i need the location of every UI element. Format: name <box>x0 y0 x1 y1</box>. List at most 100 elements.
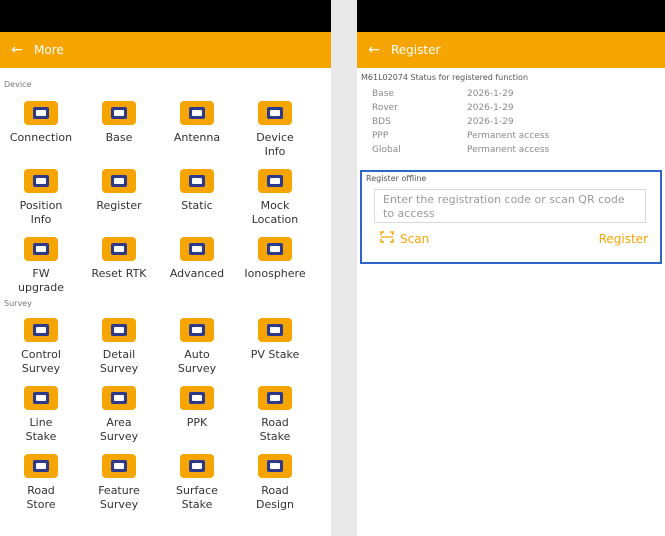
menu-tile-label: Auto Survey <box>177 348 217 375</box>
menu-tile[interactable]: Base <box>80 97 158 165</box>
register-icon <box>102 169 136 193</box>
menu-tile[interactable]: Road Store <box>2 450 80 518</box>
menu-tile[interactable]: Connection <box>2 97 80 165</box>
menu-tile[interactable]: Device Info <box>236 97 314 165</box>
menu-tile[interactable]: Feature Survey <box>80 450 158 518</box>
mock-location-icon <box>258 169 292 193</box>
auto-survey-icon <box>180 318 214 342</box>
status-key: Base <box>372 89 394 99</box>
more-screen: ← More Device Connection Base Antenna Devic… <box>0 0 331 536</box>
status-table: Base 2026-1-29 Rover 2026-1-29 BDS 2026-1-29 P… <box>357 87 665 157</box>
menu-tile-label: Feature Survey <box>98 484 140 511</box>
ionosphere-icon <box>258 237 292 261</box>
firmware-upgrade-icon <box>24 237 58 261</box>
status-value: 2026-1-29 <box>467 103 514 113</box>
scan-button[interactable]: Scan <box>380 231 429 246</box>
menu-tile[interactable]: PV Stake <box>236 314 314 382</box>
register-button[interactable]: Register <box>599 232 648 246</box>
menu-tile[interactable]: Static <box>158 165 236 233</box>
page-title: More <box>34 43 64 57</box>
menu-tile-label: Road Design <box>256 484 294 511</box>
menu-tile[interactable]: Advanced <box>158 233 236 301</box>
menu-tile-label: PV Stake <box>250 348 300 361</box>
menu-tile-label: Connection <box>9 131 73 144</box>
pv-stake-icon <box>258 318 292 342</box>
road-design-icon <box>258 454 292 478</box>
status-value: 2026-1-29 <box>467 117 514 127</box>
app-bar: ← Register <box>357 32 665 68</box>
position-info-icon <box>24 169 58 193</box>
status-value: Permanent access <box>467 131 550 141</box>
menu-tile-label: Road Stake <box>259 416 291 443</box>
menu-tile[interactable]: Register <box>80 165 158 233</box>
menu-tile[interactable]: Area Survey <box>80 382 158 450</box>
menu-tile-label: Position Info <box>19 199 63 226</box>
status-key: Rover <box>372 103 398 113</box>
menu-tile[interactable]: Control Survey <box>2 314 80 382</box>
menu-tile[interactable]: Position Info <box>2 165 80 233</box>
registration-code-input[interactable]: Enter the registration code or scan QR c… <box>374 189 646 223</box>
menu-tile-label: Device Info <box>256 131 294 158</box>
back-arrow-icon[interactable]: ← <box>357 42 391 58</box>
status-row: Global Permanent access <box>357 143 665 157</box>
menu-tile[interactable]: Auto Survey <box>158 314 236 382</box>
scan-qr-icon <box>380 231 394 246</box>
menu-tile[interactable]: Line Stake <box>2 382 80 450</box>
status-row: PPP Permanent access <box>357 129 665 143</box>
antenna-icon <box>180 101 214 125</box>
menu-tile-label: Ionosphere <box>244 267 306 280</box>
status-key: Global <box>372 145 401 155</box>
menu-tile-label: Advanced <box>169 267 225 280</box>
menu-tile[interactable]: Antenna <box>158 97 236 165</box>
menu-tile-label: Reset RTK <box>91 267 147 280</box>
menu-tile[interactable]: Surface Stake <box>158 450 236 518</box>
line-stake-icon <box>24 386 58 410</box>
surface-stake-icon <box>180 454 214 478</box>
device-info-icon <box>258 101 292 125</box>
menu-tile[interactable]: Detail Survey <box>80 314 158 382</box>
status-value: Permanent access <box>467 145 550 155</box>
menu-tile[interactable]: Road Design <box>236 450 314 518</box>
status-row: Base 2026-1-29 <box>357 87 665 101</box>
page-title: Register <box>391 43 441 57</box>
register-screen: ← Register M61L02074 Status for register… <box>357 0 665 536</box>
status-bar <box>0 0 331 32</box>
detail-survey-icon <box>102 318 136 342</box>
menu-tile[interactable]: Reset RTK <box>80 233 158 301</box>
menu-tile[interactable]: Mock Location <box>236 165 314 233</box>
back-arrow-icon[interactable]: ← <box>0 42 34 58</box>
menu-tile[interactable]: FW upgrade <box>2 233 80 301</box>
menu-tile-label: Area Survey <box>99 416 139 443</box>
menu-tile-label: Line Stake <box>25 416 57 443</box>
section-label-device: Device <box>4 80 32 89</box>
status-bar <box>357 0 665 32</box>
app-bar: ← More <box>0 32 331 68</box>
feature-survey-icon <box>102 454 136 478</box>
connection-icon <box>24 101 58 125</box>
menu-tile[interactable]: Road Stake <box>236 382 314 450</box>
menu-tile-label: Detail Survey <box>99 348 139 375</box>
offline-actions: Scan Register <box>362 223 660 246</box>
menu-tile-label: Control Survey <box>21 348 61 375</box>
status-key: PPP <box>372 131 389 141</box>
register-offline-label: Register offline <box>366 174 427 183</box>
base-icon <box>102 101 136 125</box>
menu-tile-label: FW upgrade <box>18 267 64 294</box>
menu-tile-label: Surface Stake <box>176 484 218 511</box>
menu-tile-label: Road Store <box>26 484 56 511</box>
status-value: 2026-1-29 <box>467 89 514 99</box>
status-key: BDS <box>372 117 391 127</box>
menu-tile-label: Static <box>181 199 213 212</box>
menu-tile[interactable]: Ionosphere <box>236 233 314 301</box>
scan-label: Scan <box>400 231 430 246</box>
area-survey-icon <box>102 386 136 410</box>
status-row: Rover 2026-1-29 <box>357 101 665 115</box>
register-offline-panel: Register offline Enter the registration … <box>360 170 662 264</box>
status-row: BDS 2026-1-29 <box>357 115 665 129</box>
survey-grid: Control Survey Detail Survey Auto Survey PV… <box>0 314 331 518</box>
road-stake-icon <box>258 386 292 410</box>
reset-rtk-icon <box>102 237 136 261</box>
menu-tile[interactable]: PPK <box>158 382 236 450</box>
control-survey-icon <box>24 318 58 342</box>
menu-tile-label: Antenna <box>173 131 221 144</box>
